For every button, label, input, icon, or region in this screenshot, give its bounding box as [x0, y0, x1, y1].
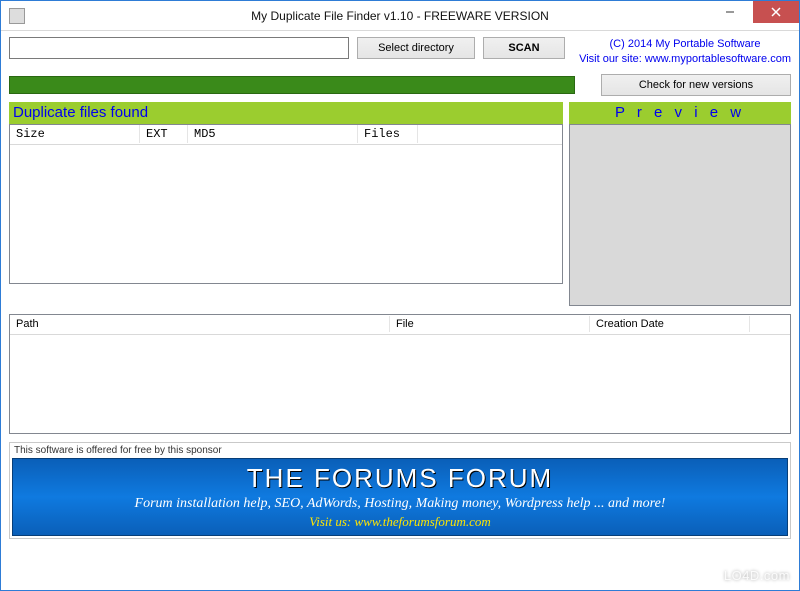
visit-prefix: Visit our site:: [579, 53, 645, 65]
middle-row: Duplicate files found Size EXT MD5 Files…: [9, 102, 791, 306]
close-button[interactable]: [753, 1, 799, 23]
visit-site-line: Visit our site: www.myportablesoftware.c…: [579, 52, 791, 67]
preview-box: [569, 124, 791, 306]
col-file[interactable]: File: [390, 316, 590, 332]
titlebar: My Duplicate File Finder v1.10 - FREEWAR…: [1, 1, 799, 31]
check-versions-button[interactable]: Check for new versions: [601, 74, 791, 96]
duplicates-header: Duplicate files found: [9, 102, 563, 124]
duplicates-table[interactable]: Size EXT MD5 Files: [9, 124, 563, 284]
paths-table-header: Path File Creation Date: [10, 315, 790, 335]
app-icon: [9, 8, 25, 24]
col-files[interactable]: Files: [358, 125, 418, 143]
minimize-button[interactable]: [707, 1, 753, 23]
info-block: (C) 2014 My Portable Software Visit our …: [579, 37, 791, 68]
directory-input[interactable]: [9, 37, 349, 59]
select-directory-button[interactable]: Select directory: [357, 37, 475, 59]
scan-button[interactable]: SCAN: [483, 37, 565, 59]
sponsor-banner[interactable]: THE FORUMS FORUM Forum installation help…: [12, 458, 788, 536]
sponsor-label: This software is offered for free by thi…: [12, 445, 788, 458]
col-date[interactable]: Creation Date: [590, 316, 750, 332]
col-path[interactable]: Path: [10, 316, 390, 332]
col-md5[interactable]: MD5: [188, 125, 358, 143]
col-size[interactable]: Size: [10, 125, 140, 143]
banner-visit-url: www.theforumsforum.com: [355, 514, 491, 529]
window-controls: [707, 1, 799, 23]
content-area: Select directory SCAN (C) 2014 My Portab…: [1, 31, 799, 590]
progress-bar: [9, 76, 575, 94]
copyright-text: (C) 2014 My Portable Software: [579, 37, 791, 52]
banner-visit-line: Visit us: www.theforumsforum.com: [13, 514, 787, 530]
banner-visit-prefix: Visit us:: [309, 514, 354, 529]
progress-row: Check for new versions: [9, 74, 791, 96]
visit-site-link[interactable]: www.myportablesoftware.com: [645, 53, 791, 65]
col-ext[interactable]: EXT: [140, 125, 188, 143]
sponsor-container: This software is offered for free by thi…: [9, 442, 791, 539]
banner-subtitle: Forum installation help, SEO, AdWords, H…: [13, 496, 787, 512]
preview-header: P r e v i e w: [569, 102, 791, 124]
preview-panel: P r e v i e w: [569, 102, 791, 306]
window-title: My Duplicate File Finder v1.10 - FREEWAR…: [251, 9, 549, 23]
banner-title: THE FORUMS FORUM: [13, 463, 787, 494]
duplicates-table-header: Size EXT MD5 Files: [10, 125, 562, 145]
top-row: Select directory SCAN (C) 2014 My Portab…: [9, 37, 791, 68]
duplicates-panel: Duplicate files found Size EXT MD5 Files: [9, 102, 563, 306]
app-window: My Duplicate File Finder v1.10 - FREEWAR…: [0, 0, 800, 591]
paths-table[interactable]: Path File Creation Date: [9, 314, 791, 434]
